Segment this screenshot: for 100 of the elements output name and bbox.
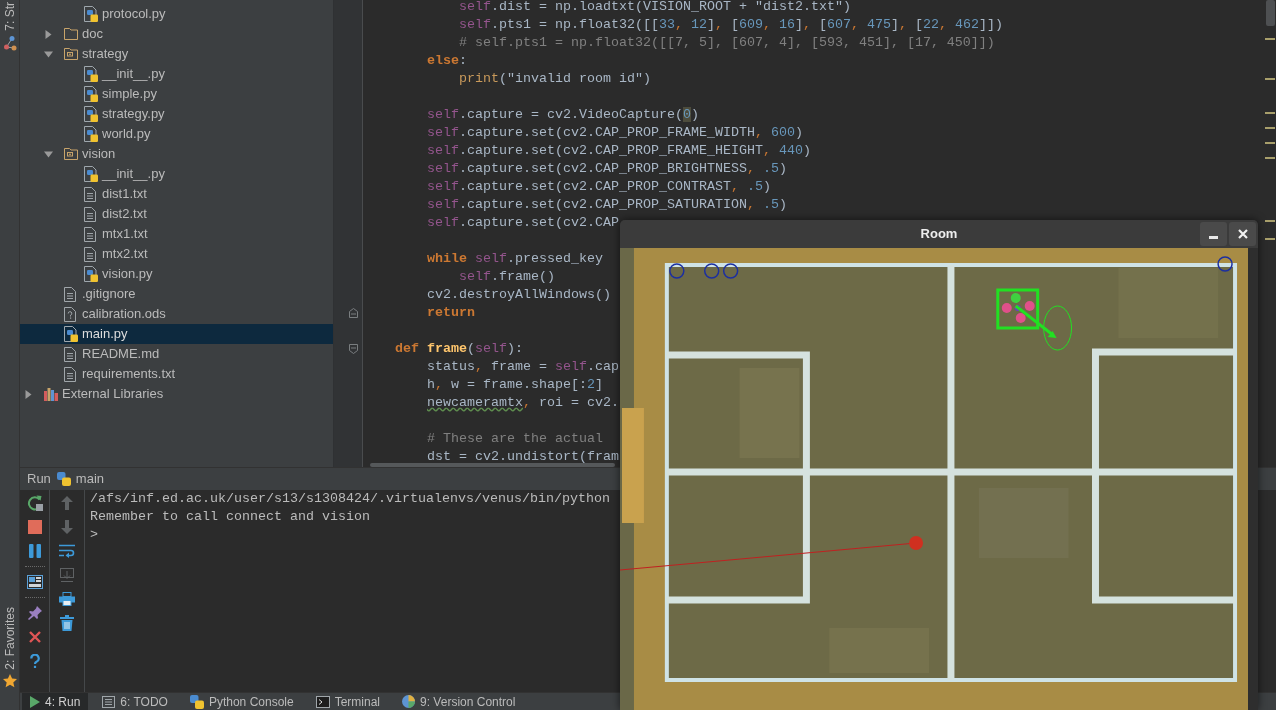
code-line: newcameramtx, roi = cv2. <box>427 395 619 410</box>
close-icon[interactable] <box>28 631 41 643</box>
python-file-icon <box>64 326 78 342</box>
fold-marker-icon[interactable] <box>349 344 358 354</box>
pin-icon[interactable] <box>27 606 42 620</box>
pause-icon[interactable] <box>28 544 41 558</box>
code-line: self.capture.set(cv2.CAP_PROP_BRIGHTNESS, .5) <box>427 161 787 176</box>
code-line: self.capture.set(cv2.CAP_PROP_FRAME_WIDTH, 600) <box>427 125 803 140</box>
minimize-button[interactable] <box>1200 222 1227 246</box>
rerun-icon[interactable] <box>26 495 43 511</box>
favorites-tab[interactable]: 2: Favorites <box>2 607 17 710</box>
tree-item[interactable]: dist2.txt <box>84 204 147 224</box>
code-line: # These are the actual <box>427 431 603 446</box>
code-line: dst = cv2.undistort(fram <box>427 449 619 464</box>
code-line: self.capture = cv2.VideoCapture(0) <box>427 107 699 122</box>
package-folder-icon <box>64 148 78 160</box>
tree-item[interactable]: __init__.py <box>84 164 165 184</box>
tree-item[interactable]: vision.py <box>84 264 153 284</box>
tree-item[interactable]: strategy.py <box>84 104 165 124</box>
run-config-tab[interactable]: main <box>75 469 105 489</box>
scrollbar-thumb[interactable] <box>1266 0 1275 26</box>
tool-window-tab[interactable]: Python Console <box>181 693 302 710</box>
trash-icon[interactable] <box>60 615 74 631</box>
tree-item[interactable]: mtx2.txt <box>84 244 148 264</box>
code-line: cv2.destroyAllWindows() <box>427 287 611 302</box>
disclosure-triangle-icon[interactable] <box>44 149 53 159</box>
code-line: self.capture.set(cv2.CAP_PROP_CONTRAST, .5) <box>427 179 771 194</box>
fold-marker-icon[interactable] <box>349 308 358 318</box>
panel-title: Run <box>27 470 51 489</box>
unknown-file-icon <box>64 306 76 322</box>
code-line: self.dist = np.loadtxt(VISION_ROOT + "dist2.txt") <box>459 0 851 14</box>
code-line: # self.pts1 = np.float32([[7, 5], [607, 4], [593, 451], [17, 450]]) <box>459 35 995 50</box>
tool-window-tab[interactable]: 6: TODO <box>94 693 176 710</box>
tree-item[interactable]: vision <box>44 144 116 164</box>
code-line: self.capture.set(cv2.CAP_PROP_FRAME_HEIGHT, 440) <box>427 143 811 158</box>
code-line: return <box>427 305 475 320</box>
printer-icon[interactable] <box>59 592 75 606</box>
python-file-icon <box>84 86 98 102</box>
code-line: self.frame() <box>459 269 555 284</box>
folder-icon <box>64 28 78 40</box>
tool-window-tab[interactable]: 9: Version Control <box>394 693 524 710</box>
layout-icon[interactable] <box>26 575 43 589</box>
tree-item[interactable]: world.py <box>84 124 151 144</box>
text-file-icon <box>84 246 96 262</box>
python-file-icon <box>84 166 98 182</box>
tree-item[interactable]: simple.py <box>84 84 157 104</box>
console-prompt: > <box>90 527 98 542</box>
tree-item[interactable]: dist1.txt <box>84 184 147 204</box>
play-icon <box>30 695 40 708</box>
code-line: def frame(self): <box>395 341 523 356</box>
tool-window-tab[interactable]: 4: Run <box>22 693 89 710</box>
disclosure-triangle-icon[interactable] <box>44 29 53 39</box>
python-file-icon <box>84 266 98 282</box>
structure-tab[interactable]: 7: Str <box>2 0 17 51</box>
code-line: self.capture.set(cv2.CAP_PROP_SATURATION, .5) <box>427 197 787 212</box>
tree-item[interactable]: main.py <box>20 324 333 344</box>
code-line: print("invalid room id") <box>459 71 651 86</box>
code-line: else: <box>427 53 467 68</box>
soft-wrap-icon[interactable] <box>59 544 75 558</box>
text-file-icon <box>64 286 76 302</box>
tool-window-tab[interactable]: Terminal <box>307 693 389 710</box>
console-line: Remember to call connect and vision <box>90 509 370 524</box>
tree-item[interactable]: protocol.py <box>84 4 166 24</box>
python-icon <box>56 472 71 486</box>
tree-item[interactable]: requirements.txt <box>64 364 176 384</box>
python-file-icon <box>84 106 98 122</box>
tree-item[interactable]: README.md <box>64 344 160 364</box>
code-line: self.capture.set(cv2.CAP <box>427 215 619 230</box>
text-file-icon <box>84 206 96 222</box>
stop-icon[interactable] <box>27 520 42 534</box>
text-file-icon <box>64 366 76 382</box>
todo-list-icon <box>102 695 116 708</box>
help-icon[interactable] <box>29 654 40 668</box>
python-file-icon <box>84 6 98 22</box>
tree-item[interactable]: mtx1.txt <box>84 224 148 244</box>
tree-item[interactable]: doc <box>44 24 103 44</box>
code-line: h, w = frame.shape[:2] <box>427 377 603 392</box>
package-folder-icon <box>64 48 78 60</box>
code-line: self.pts1 = np.float32([[33, 12], [609, 16], [607, 475], [22, 462]]) <box>459 17 1003 32</box>
tree-item[interactable]: External Libraries <box>24 384 164 404</box>
text-file-icon <box>84 186 96 202</box>
console-line: /afs/inf.ed.ac.uk/user/s13/s1308424/.virtualenvs/venus/bin/python <box>90 491 610 506</box>
window-title: Room <box>920 225 958 244</box>
disclosure-triangle-icon[interactable] <box>24 389 33 399</box>
code-line: while self.pressed_key <box>427 251 603 266</box>
tree-item[interactable]: strategy <box>44 44 129 64</box>
minimize-icon <box>1209 236 1218 239</box>
tree-item[interactable]: calibration.ods <box>64 304 166 324</box>
tree-item[interactable]: .gitignore <box>64 284 136 304</box>
python-file-icon <box>84 66 98 82</box>
close-button[interactable] <box>1229 222 1256 246</box>
text-file-icon <box>84 226 96 242</box>
code-line: status, frame = self.cap <box>427 359 619 374</box>
tree-item[interactable]: __init__.py <box>84 64 165 84</box>
disclosure-triangle-icon[interactable] <box>44 49 53 59</box>
python-icon <box>189 694 204 709</box>
structure-icon <box>2 34 17 51</box>
version-control-icon <box>402 695 416 708</box>
star-icon <box>2 674 17 688</box>
python-file-icon <box>84 126 98 142</box>
